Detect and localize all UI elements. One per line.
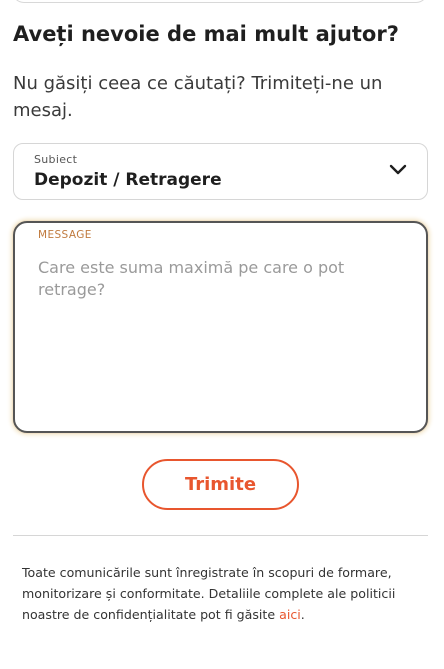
subject-select[interactable]: Subiect Depozit / Retragere bbox=[13, 143, 428, 200]
privacy-policy-link[interactable]: aici bbox=[279, 607, 301, 622]
disclaimer-text: Toate comunicările sunt înregistrate în … bbox=[22, 565, 396, 622]
message-input[interactable] bbox=[38, 257, 398, 417]
disclaimer-trailing: . bbox=[300, 607, 305, 622]
previous-card-edge bbox=[12, 0, 428, 3]
help-subtitle: Nu găsiți ceea ce căutați? Trimiteți-ne … bbox=[13, 73, 383, 121]
submit-button[interactable]: Trimite bbox=[142, 459, 299, 510]
divider bbox=[13, 535, 428, 536]
message-field[interactable]: MESSAGE bbox=[13, 221, 428, 433]
privacy-disclaimer: Toate comunicările sunt înregistrate în … bbox=[22, 562, 427, 625]
subject-select-value: Depozit / Retragere bbox=[34, 170, 222, 190]
message-field-label: MESSAGE bbox=[38, 229, 92, 241]
help-title: Aveți nevoie de mai mult ajutor? bbox=[13, 22, 399, 46]
subject-select-label: Subiect bbox=[34, 153, 78, 166]
chevron-down-icon bbox=[389, 164, 407, 175]
